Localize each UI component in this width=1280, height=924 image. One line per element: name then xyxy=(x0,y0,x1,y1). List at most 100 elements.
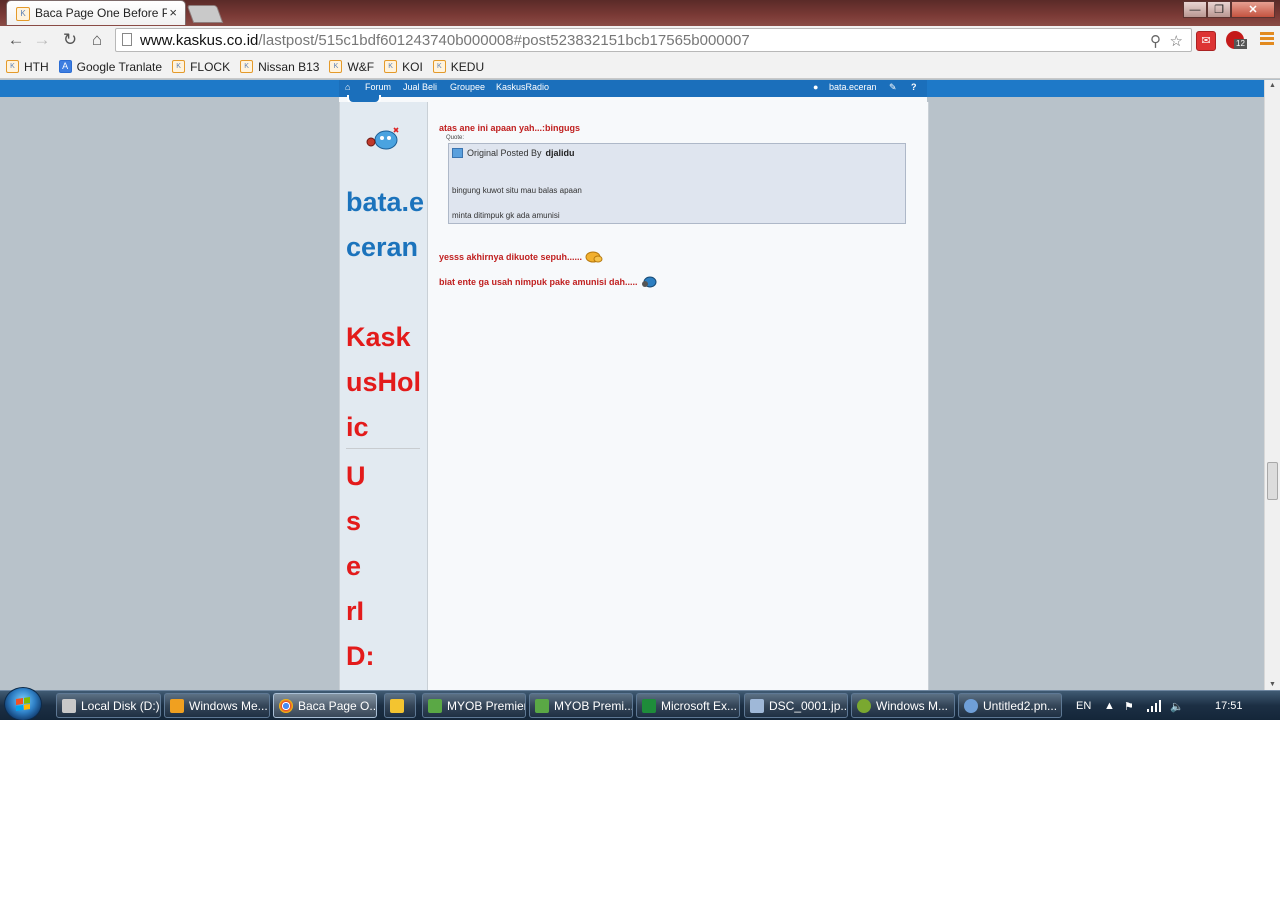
blue-emoticon-icon xyxy=(641,276,657,288)
bookmark-hth[interactable]: K HTH xyxy=(6,60,49,74)
username[interactable]: bata.eceran xyxy=(346,180,426,270)
paint-icon xyxy=(964,698,978,713)
page-scrollbar[interactable]: ▲ ▼ xyxy=(1264,80,1280,690)
page-icon xyxy=(122,33,132,46)
taskbar-item-image[interactable]: DSC_0001.jp... xyxy=(744,693,848,718)
sidebar-divider xyxy=(346,448,420,449)
minimize-button[interactable]: — xyxy=(1183,1,1207,18)
post-line-2: yesss akhirnya dikuote sepuh...... xyxy=(439,251,603,263)
quote-author[interactable]: djalidu xyxy=(546,148,575,158)
myob-icon xyxy=(535,698,549,713)
windows-logo-icon xyxy=(16,697,30,711)
language-indicator[interactable]: EN xyxy=(1076,691,1091,720)
action-center-flag-icon[interactable]: ⚑ xyxy=(1124,691,1134,720)
scroll-up-icon[interactable]: ▲ xyxy=(1269,82,1276,89)
bookmark-flock[interactable]: K FLOCK xyxy=(172,60,230,74)
help-icon[interactable]: ? xyxy=(911,82,917,92)
nav-kaskusradio[interactable]: KaskusRadio xyxy=(496,82,549,92)
post-line-3: biat ente ga usah nimpuk pake amunisi da… xyxy=(439,276,657,288)
home-icon[interactable]: ⌂ xyxy=(87,30,107,50)
google-translate-icon: A xyxy=(58,60,72,73)
tab-title: Baca Page One Before Pos xyxy=(35,6,167,20)
bookmark-kedu[interactable]: K KEDU xyxy=(432,60,484,74)
address-url[interactable]: www.kaskus.co.id/lastpost/515c1bdf601243… xyxy=(140,32,750,49)
kaskus-favicon: K xyxy=(6,60,19,73)
bookmark-koi[interactable]: K KOI xyxy=(384,60,423,74)
tray-expand-icon[interactable]: ▲ xyxy=(1104,691,1115,720)
bookmark-star-icon[interactable]: ☆ xyxy=(1170,32,1183,50)
taskbar-item-windows-media-player[interactable]: Windows Me... xyxy=(164,693,270,718)
post-line-1: atas ane ini apaan yah...:bingugs xyxy=(439,123,581,133)
taskbar-item-myob-1[interactable]: MYOB Premier xyxy=(422,693,526,718)
browser-titlebar: K Baca Page One Before Pos × — ❐ ✕ xyxy=(0,0,1280,26)
search-icon[interactable]: ⚲ xyxy=(1150,32,1161,50)
quote-header: Original Posted By djalidu xyxy=(452,148,575,158)
user-avatar[interactable] xyxy=(364,124,402,152)
user-title: KaskusHolic xyxy=(346,322,422,442)
new-tab-button[interactable] xyxy=(186,5,224,23)
windows-media-icon xyxy=(857,698,871,713)
maximize-button[interactable]: ❐ xyxy=(1207,1,1231,18)
extension-icon[interactable]: ✉ xyxy=(1196,31,1216,51)
quote-line-2: minta ditimpuk gk ada amunisi xyxy=(452,211,560,220)
page-viewport: ⌂ Forum Jual Beli Groupee KaskusRadio ● … xyxy=(0,80,1264,690)
post-container: bata.eceran KaskusHolic U s e rI D: atas… xyxy=(339,102,929,690)
chrome-icon xyxy=(279,698,293,713)
myob-icon xyxy=(428,698,442,713)
excel-icon xyxy=(642,698,656,713)
quote-arrow-icon[interactable] xyxy=(452,148,463,158)
taskbar-item-chrome[interactable]: Baca Page O... xyxy=(273,693,377,718)
back-icon[interactable]: ← xyxy=(6,30,26,50)
quote-line-1: bingung kuwot situ mau balas apaan xyxy=(452,186,582,195)
nav-groupee[interactable]: Groupee xyxy=(450,82,485,92)
kaskus-favicon: K xyxy=(329,60,343,73)
nav-forum[interactable]: Forum xyxy=(365,82,391,92)
adblock-icon[interactable]: 12 xyxy=(1226,31,1247,49)
close-window-button[interactable]: ✕ xyxy=(1231,1,1275,18)
outlook-icon xyxy=(390,698,404,713)
image-icon xyxy=(750,698,764,713)
desktop-screen: K Baca Page One Before Pos × — ❐ ✕ ← → ↻… xyxy=(0,0,1280,720)
chrome-menu-icon[interactable] xyxy=(1260,32,1274,46)
user-avatar-icon[interactable]: ● xyxy=(813,82,818,92)
taskbar-item-windows-media[interactable]: Windows M... xyxy=(851,693,955,718)
volume-icon[interactable]: 🔈 xyxy=(1170,691,1184,720)
bookmark-wf[interactable]: K W&F xyxy=(329,60,374,74)
network-signal-icon[interactable] xyxy=(1147,691,1161,720)
forward-icon[interactable]: → xyxy=(32,30,52,50)
kaskus-favicon: K xyxy=(384,60,398,73)
scrollbar-thumb[interactable] xyxy=(1267,462,1278,500)
window-controls: — ❐ ✕ xyxy=(1183,1,1275,19)
extension-badge: 12 xyxy=(1234,39,1247,49)
scroll-down-icon[interactable]: ▼ xyxy=(1269,681,1276,688)
user-sidebar: bata.eceran KaskusHolic U s e rI D: xyxy=(340,102,428,690)
kaskus-navbar: ⌂ Forum Jual Beli Groupee KaskusRadio ● … xyxy=(339,80,927,97)
taskbar-item-myob-2[interactable]: MYOB Premi... xyxy=(529,693,633,718)
kaskus-favicon: K xyxy=(16,7,30,21)
taskbar-item-outlook[interactable] xyxy=(384,693,416,718)
media-player-icon xyxy=(170,698,184,713)
reload-icon[interactable]: ↻ xyxy=(60,30,80,50)
bookmarks-bar: K HTH A Google Tranlate K FLOCK K Nissan B13… xyxy=(0,55,1280,79)
bookmark-nissan-b13[interactable]: K Nissan B13 xyxy=(240,60,319,74)
drive-icon xyxy=(62,698,76,713)
taskbar-item-paint[interactable]: Untitled2.pn... xyxy=(958,693,1062,718)
user-id: U s e rI D: xyxy=(346,461,375,671)
nav-jual-beli[interactable]: Jual Beli xyxy=(403,82,437,92)
kaskus-favicon: K xyxy=(432,60,446,73)
home-icon[interactable]: ⌂ xyxy=(345,82,350,92)
kaskus-favicon: K xyxy=(172,60,186,73)
windows-taskbar: Local Disk (D:) Windows Me... Baca Page … xyxy=(0,687,1280,720)
clock[interactable]: 17:51 xyxy=(1215,691,1243,720)
bookmark-google-translate[interactable]: A Google Tranlate xyxy=(58,60,162,74)
nav-username[interactable]: bata.eceran xyxy=(829,82,877,92)
start-button[interactable] xyxy=(4,687,42,720)
browser-tab-active[interactable]: K Baca Page One Before Pos × xyxy=(6,0,186,25)
kaskus-favicon: K xyxy=(240,60,254,73)
edit-icon[interactable]: ✎ xyxy=(889,82,897,93)
taskbar-item-excel[interactable]: Microsoft Ex... xyxy=(636,693,740,718)
browser-toolbar: ← → ↻ ⌂ www.kaskus.co.id/lastpost/515c1b… xyxy=(0,26,1280,55)
address-bar[interactable]: www.kaskus.co.id/lastpost/515c1bdf601243… xyxy=(115,28,1192,52)
tab-close-icon[interactable]: × xyxy=(169,5,177,20)
taskbar-item-local-disk[interactable]: Local Disk (D:) xyxy=(56,693,161,718)
